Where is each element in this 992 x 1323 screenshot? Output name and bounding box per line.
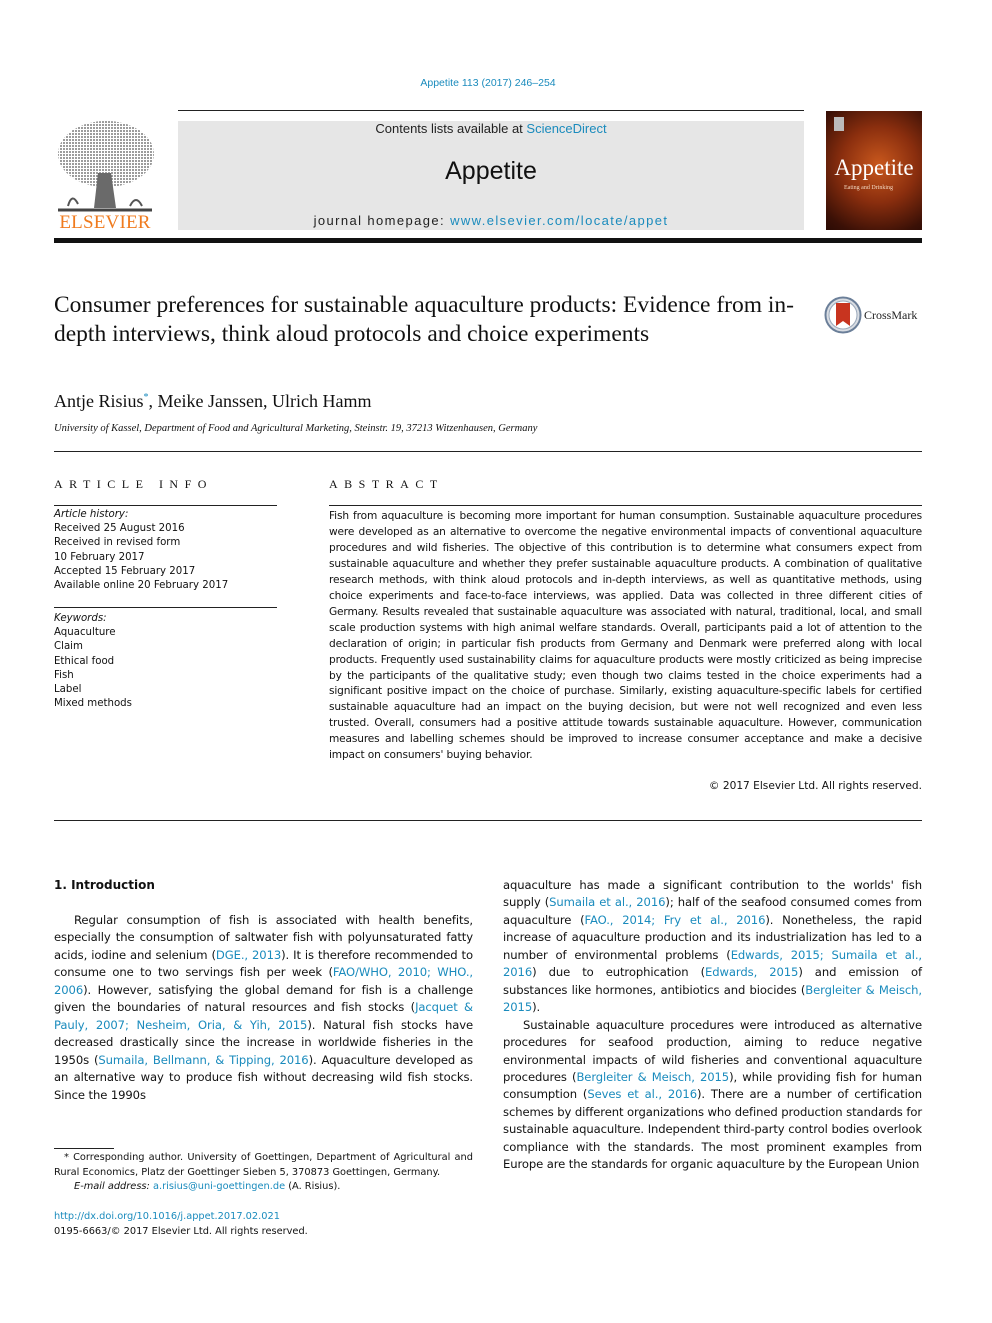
elsevier-logo[interactable]: ELSEVIER (54, 118, 156, 234)
corresponding-author-note: * Corresponding author. University of Go… (54, 1152, 473, 1178)
paragraph: Sustainable aquaculture procedures were … (503, 1017, 922, 1174)
keyword: Fish (54, 669, 74, 681)
abstract-copyright: © 2017 Elsevier Ltd. All rights reserved… (708, 780, 922, 792)
keyword: Claim (54, 641, 83, 653)
header-thick-rule (54, 238, 922, 243)
divider (54, 820, 922, 821)
cover-subtitle: Eating and Drinking (844, 185, 893, 191)
journal-title: Appetite (445, 157, 537, 185)
crossmark-badge[interactable]: CrossMark (824, 296, 924, 336)
author-name[interactable]: Meike Janssen (158, 391, 263, 411)
text-run: ) due to eutrophication ( (532, 965, 706, 980)
article-history: Article history: Received 25 August 2016… (54, 508, 228, 593)
keyword: Mixed methods (54, 698, 132, 710)
text-run: ). However, satisfying the global demand… (54, 982, 473, 1015)
author-name[interactable]: Antje Risius (54, 391, 144, 411)
elsevier-wordmark: ELSEVIER (59, 212, 151, 233)
crossmark-label: CrossMark (864, 308, 918, 322)
email-suffix: (A. Risius). (285, 1181, 341, 1192)
history-item: Available online 20 February 2017 (54, 580, 229, 592)
journal-banner: Contents lists available at ScienceDirec… (178, 121, 804, 230)
homepage-line: journal homepage: www.elsevier.com/locat… (178, 213, 804, 228)
citation-link[interactable]: Bergleiter & Meisch, 2015 (576, 1070, 729, 1084)
author-separator: , (263, 391, 272, 411)
article-title: Consumer preferences for sustainable aqu… (54, 292, 794, 347)
cover-publisher-mark (834, 117, 844, 131)
author-name[interactable]: Ulrich Hamm (272, 391, 371, 411)
body-column-right: aquaculture has made a significant contr… (503, 877, 922, 1174)
citation-link[interactable]: Seves et al., 2016 (587, 1087, 697, 1101)
section-heading-introduction: 1. Introduction (54, 878, 155, 892)
journal-cover-image[interactable]: Appetite Eating and Drinking (826, 111, 922, 230)
cover-title: Appetite (834, 155, 914, 180)
sciencedirect-link[interactable]: ScienceDirect (526, 121, 606, 136)
divider (54, 607, 277, 608)
keyword: Label (54, 684, 82, 696)
keyword: Aquaculture (54, 627, 116, 639)
abstract-text: Fish from aquaculture is becoming more i… (329, 510, 922, 762)
history-item: Accepted 15 February 2017 (54, 565, 196, 577)
doi-link[interactable]: http://dx.doi.org/10.1016/j.appet.2017.0… (54, 1211, 280, 1222)
issn-copyright: 0195-6663/© 2017 Elsevier Ltd. All right… (54, 1226, 308, 1237)
text-run: ). (532, 1000, 541, 1015)
body-column-left: Regular consumption of fish is associate… (54, 912, 473, 1104)
history-item: Received in revised form (54, 537, 181, 549)
divider (54, 451, 922, 452)
article-history-label: Article history: (54, 509, 129, 520)
journal-citation-link[interactable]: Appetite 113 (2017) 246–254 (0, 77, 976, 89)
divider (54, 505, 277, 506)
citation-link[interactable]: DGE., 2013 (216, 948, 281, 962)
article-info-heading: ARTICLE INFO (54, 477, 213, 491)
author-separator: , (148, 391, 158, 411)
author-list: Antje Risius*, Meike Janssen, Ulrich Ham… (54, 391, 371, 412)
citation-link[interactable]: Sumaila, Bellmann, & Tipping, 2016 (98, 1053, 308, 1067)
citation-link[interactable]: Edwards, 2015 (705, 965, 798, 979)
contents-prefix: Contents lists available at (375, 121, 527, 136)
paragraph: aquaculture has made a significant contr… (503, 877, 922, 1017)
footnote-rule (54, 1148, 114, 1149)
email-label: E-mail address: (74, 1181, 153, 1192)
divider (329, 505, 922, 506)
email-line: E-mail address: a.risius@uni-goettingen.… (54, 1180, 473, 1195)
affiliation: University of Kassel, Department of Food… (54, 423, 538, 434)
citation-link[interactable]: FAO., 2014; Fry et al., 2016 (585, 913, 766, 927)
homepage-prefix: journal homepage: (313, 213, 451, 228)
paragraph: Regular consumption of fish is associate… (54, 912, 473, 1104)
keywords-label: Keywords: (54, 613, 107, 624)
header-rule (178, 110, 804, 111)
footnote: * Corresponding author. University of Go… (54, 1151, 473, 1195)
journal-homepage-link[interactable]: www.elsevier.com/locate/appet (450, 213, 668, 228)
history-item: 10 February 2017 (54, 551, 145, 563)
citation-link[interactable]: Sumaila et al., 2016 (549, 895, 665, 909)
keywords: Keywords: Aquaculture Claim Ethical food… (54, 612, 132, 711)
history-item: Received 25 August 2016 (54, 523, 185, 535)
elsevier-tree-icon (58, 121, 154, 212)
abstract-heading: ABSTRACT (329, 477, 444, 491)
email-link[interactable]: a.risius@uni-goettingen.de (153, 1181, 285, 1192)
keyword: Ethical food (54, 655, 115, 667)
contents-line: Contents lists available at ScienceDirec… (178, 121, 804, 136)
crossmark-icon (824, 296, 862, 334)
